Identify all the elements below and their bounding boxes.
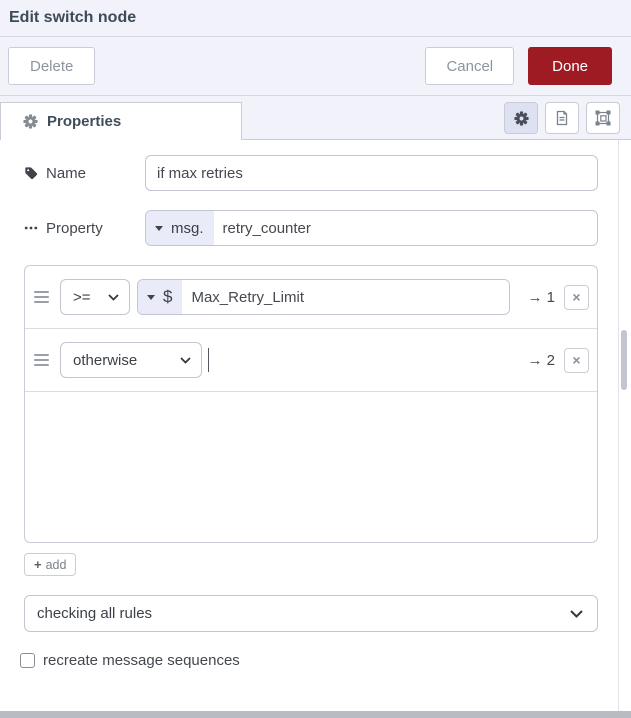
delete-button[interactable]: Delete [8, 47, 96, 85]
close-icon: × [572, 352, 581, 368]
done-button[interactable]: Done [528, 47, 612, 85]
rule-1-type-label: $ [163, 287, 173, 306]
tag-icon [24, 166, 38, 180]
rule-1-operator-select[interactable]: >= [60, 279, 130, 315]
rule-1-type-dropdown[interactable]: $ [138, 280, 183, 314]
rule-row-1: >= $ → 1 × [25, 266, 597, 328]
property-label-text: Property [46, 219, 103, 237]
rules-empty-area [25, 391, 597, 542]
gear-icon [23, 114, 38, 129]
property-typed-input: msg. [145, 210, 598, 246]
properties-panel: Name Property msg. >= [0, 140, 631, 669]
rule-2-operator-value: otherwise [73, 351, 138, 369]
repair-sequence-row: recreate message sequences [20, 652, 598, 669]
name-row: Name [24, 155, 598, 191]
gear-icon [513, 110, 529, 126]
add-rule-label: add [45, 557, 67, 572]
dialog-header: Edit switch node [0, 0, 631, 37]
rule-1-remove-button[interactable]: × [564, 284, 589, 310]
description-tab-button[interactable] [545, 102, 579, 134]
property-type-label: msg. [171, 219, 204, 237]
rule-2-output-arrow: → 2 [527, 351, 555, 369]
tab-action-buttons [504, 102, 620, 134]
tray-resize-bar [0, 711, 631, 718]
chevron-down-icon [108, 293, 119, 301]
chevron-down-icon [180, 356, 191, 364]
cancel-button[interactable]: Cancel [425, 47, 515, 85]
name-input[interactable] [145, 155, 598, 191]
recreate-sequences-label: recreate message sequences [43, 652, 240, 669]
rule-mode-select[interactable]: checking all rules [24, 595, 598, 632]
text-cursor [208, 348, 209, 372]
toolbar-right-group: Cancel Done [425, 47, 612, 85]
editor-tab-bar: Properties [0, 96, 631, 140]
caret-down-icon [155, 225, 163, 231]
vertical-scrollbar [618, 140, 628, 711]
appearance-tab-button[interactable] [586, 102, 620, 134]
property-row: Property msg. [24, 210, 598, 246]
name-label-text: Name [46, 164, 87, 182]
plus-icon: + [34, 557, 42, 572]
chevron-down-icon [570, 609, 583, 618]
properties-tab-button[interactable] [504, 102, 538, 134]
rule-1-operator-value: >= [73, 288, 91, 306]
tab-properties-label: Properties [47, 113, 122, 130]
drag-handle-icon[interactable] [34, 291, 49, 303]
rule-row-2: otherwise → 2 × [25, 328, 597, 391]
drag-handle-icon[interactable] [34, 354, 49, 366]
name-label: Name [24, 165, 145, 182]
property-type-dropdown[interactable]: msg. [146, 211, 214, 245]
rule-mode-value: checking all rules [37, 605, 153, 622]
property-input[interactable] [213, 211, 597, 245]
rule-2-operator-select[interactable]: otherwise [60, 342, 202, 378]
rule-1-typed-input: $ [137, 279, 510, 315]
property-label: Property [24, 220, 145, 237]
add-rule-button[interactable]: + add [24, 553, 77, 576]
appearance-icon [595, 110, 611, 126]
scrollbar-thumb[interactable] [621, 330, 627, 390]
tab-properties[interactable]: Properties [0, 102, 242, 140]
caret-down-icon [147, 294, 155, 300]
close-icon: × [572, 289, 581, 305]
dialog-toolbar: Delete Cancel Done [0, 37, 631, 96]
recreate-sequences-checkbox[interactable] [20, 653, 35, 668]
ellipsis-icon [24, 221, 38, 235]
rule-1-value-input[interactable] [182, 280, 509, 314]
rule-2-remove-button[interactable]: × [564, 347, 589, 373]
document-icon [554, 110, 570, 126]
dialog-title: Edit switch node [9, 9, 137, 26]
rules-container: >= $ → 1 × otherwise [24, 265, 598, 543]
rule-1-output-arrow: → 1 [527, 288, 555, 306]
